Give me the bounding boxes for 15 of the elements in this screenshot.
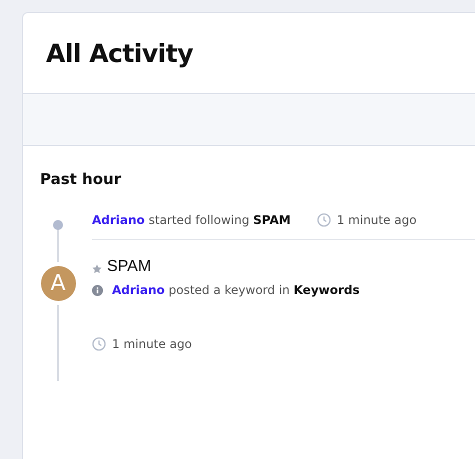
timestamp: 1 minute ago (112, 337, 192, 351)
clock-icon (316, 212, 331, 226)
star-icon[interactable] (92, 264, 102, 274)
timeline-dot (53, 220, 63, 230)
info-icon (92, 284, 103, 296)
timestamp: 1 minute ago (336, 212, 417, 226)
activity-text: Adriano started following SPAM (92, 212, 291, 226)
user-link[interactable]: Adriano (112, 283, 165, 297)
post-title: SPAM (107, 258, 152, 276)
section-title: Past hour (40, 170, 122, 188)
user-link[interactable]: Adriano (92, 212, 145, 226)
activity-text: Adriano posted a keyword in Keywords (112, 283, 360, 297)
page-title: All Activity (46, 38, 193, 68)
user-avatar: A (40, 266, 76, 301)
clock-icon (92, 337, 106, 351)
